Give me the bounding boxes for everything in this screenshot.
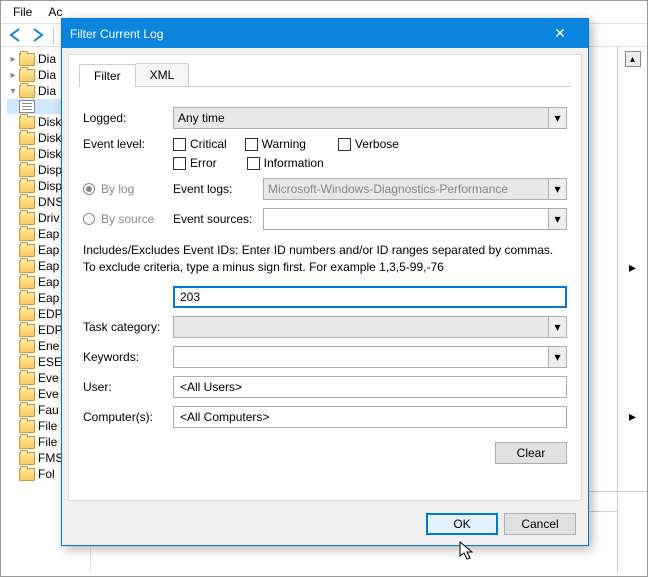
event-logs-combo: Microsoft-Windows-Diagnostics-Performanc… [263,178,567,200]
computers-input[interactable] [173,406,567,428]
cancel-button[interactable]: Cancel [504,513,576,535]
chevron-down-icon: ▾ [548,317,566,337]
label-task-category: Task category: [83,320,173,334]
label-event-sources: Event sources: [173,212,263,226]
chk-information[interactable]: Information [247,156,324,170]
expand-icon[interactable]: ▸ [623,253,642,282]
event-id-input[interactable] [173,286,567,308]
clear-button[interactable]: Clear [495,442,567,464]
dialog-tabs: Filter XML [79,63,571,87]
logged-combo[interactable]: Any time ▾ [173,107,567,129]
dialog-titlebar[interactable]: Filter Current Log ✕ [62,19,588,48]
forward-icon[interactable] [29,27,47,43]
chk-warning[interactable]: Warning [245,137,306,151]
chk-verbose[interactable]: Verbose [338,137,399,151]
chevron-down-icon: ▾ [548,108,566,128]
menu-file[interactable]: File [5,3,40,21]
chk-critical[interactable]: Critical [173,137,227,151]
dialog-title: Filter Current Log [70,27,540,41]
task-category-combo: ▾ [173,316,567,338]
user-input[interactable] [173,376,567,398]
radio-by-log: By log [83,182,173,196]
close-icon[interactable]: ✕ [540,25,580,42]
label-keywords: Keywords: [83,350,173,364]
filter-dialog: Filter Current Log ✕ Filter XML Logged: … [61,18,589,546]
label-event-level: Event level: [83,137,173,151]
event-id-help: Includes/Excludes Event IDs: Enter ID nu… [83,242,567,276]
label-event-logs: Event logs: [173,182,263,196]
back-icon[interactable] [7,27,25,43]
expand-icon-2[interactable]: ▸ [623,402,642,431]
keywords-combo[interactable]: ▾ [173,346,567,368]
tab-xml[interactable]: XML [135,63,190,86]
label-user: User: [83,380,173,394]
chk-error[interactable]: Error [173,156,217,170]
event-id-field[interactable] [178,287,562,307]
label-computers: Computer(s): [83,410,173,424]
ok-button[interactable]: OK [426,513,498,535]
scroll-up-button[interactable]: ▴ [625,51,641,67]
chevron-down-icon: ▾ [548,179,566,199]
radio-by-source: By source [83,212,173,226]
tab-filter[interactable]: Filter [79,64,136,87]
chevron-down-icon: ▾ [548,209,566,229]
event-sources-combo[interactable]: ▾ [263,208,567,230]
label-logged: Logged: [83,111,173,125]
chevron-down-icon: ▾ [548,347,566,367]
